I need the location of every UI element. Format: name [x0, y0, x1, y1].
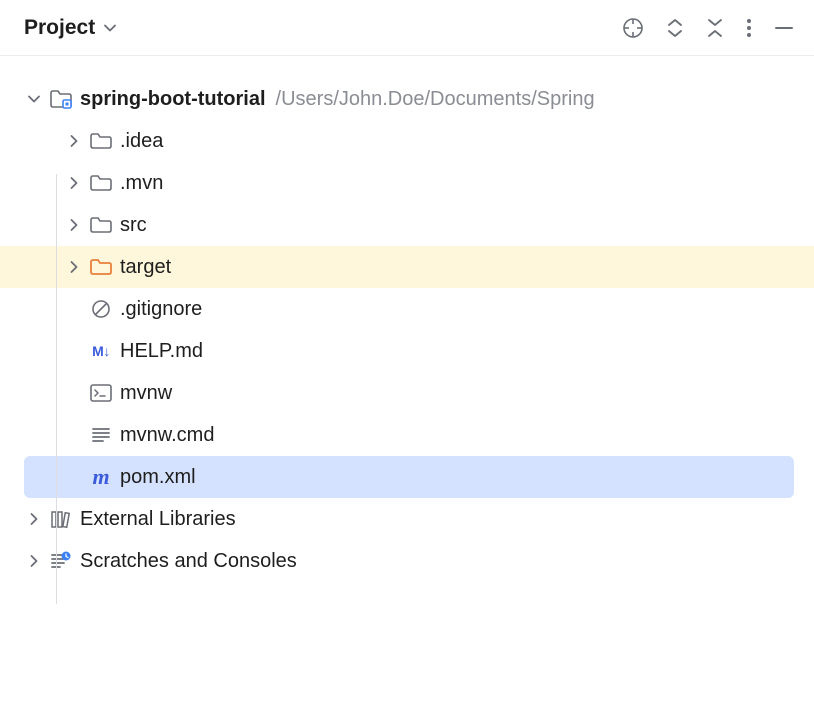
- chevron-down-icon[interactable]: [20, 92, 48, 106]
- folder-icon: [88, 174, 114, 192]
- module-folder-icon: [48, 89, 74, 109]
- node-label: mvnw.cmd: [120, 424, 214, 447]
- node-label: .mvn: [120, 172, 163, 195]
- root-path: /Users/John.Doe/Documents/Spring: [276, 88, 595, 111]
- tree-folder-mvn[interactable]: .mvn: [0, 162, 814, 204]
- tree-file-help-md[interactable]: M↓ HELP.md: [0, 330, 814, 372]
- maven-file-icon: m: [88, 464, 114, 490]
- node-label: .idea: [120, 130, 163, 153]
- node-label: HELP.md: [120, 340, 203, 363]
- chevron-right-icon[interactable]: [60, 260, 88, 274]
- tree-folder-src[interactable]: src: [0, 204, 814, 246]
- panel-actions: [622, 17, 794, 39]
- panel-title: Project: [24, 16, 95, 40]
- chevron-right-icon[interactable]: [60, 176, 88, 190]
- scratches-icon: [48, 551, 74, 571]
- collapse-all-icon[interactable]: [706, 18, 724, 38]
- expand-all-icon[interactable]: [666, 18, 684, 38]
- node-label: Scratches and Consoles: [80, 550, 297, 573]
- tree-file-mvnw-cmd[interactable]: mvnw.cmd: [0, 414, 814, 456]
- text-file-icon: [88, 426, 114, 444]
- panel-header: Project: [0, 0, 814, 56]
- project-tree: spring-boot-tutorial /Users/John.Doe/Doc…: [0, 56, 814, 582]
- options-icon[interactable]: [746, 17, 752, 39]
- tree-file-mvnw[interactable]: mvnw: [0, 372, 814, 414]
- folder-icon: [88, 132, 114, 150]
- node-label: .gitignore: [120, 298, 202, 321]
- tree-file-gitignore[interactable]: .gitignore: [0, 288, 814, 330]
- chevron-down-icon: [103, 21, 117, 35]
- folder-icon: [88, 216, 114, 234]
- ignored-file-icon: [88, 299, 114, 319]
- tree-root-node[interactable]: spring-boot-tutorial /Users/John.Doe/Doc…: [0, 78, 814, 120]
- tree-file-pom-xml[interactable]: m pom.xml: [24, 456, 794, 498]
- node-label: src: [120, 214, 147, 237]
- chevron-right-icon[interactable]: [60, 218, 88, 232]
- node-label: External Libraries: [80, 508, 236, 531]
- chevron-right-icon[interactable]: [20, 512, 48, 526]
- markdown-file-icon: M↓: [88, 343, 114, 359]
- root-name: spring-boot-tutorial: [80, 88, 266, 111]
- library-icon: [48, 509, 74, 529]
- node-label: mvnw: [120, 382, 172, 405]
- excluded-folder-icon: [88, 258, 114, 276]
- chevron-right-icon[interactable]: [60, 134, 88, 148]
- chevron-right-icon[interactable]: [20, 554, 48, 568]
- node-label: target: [120, 256, 171, 279]
- hide-icon[interactable]: [774, 18, 794, 38]
- panel-title-dropdown[interactable]: Project: [24, 16, 117, 40]
- tree-folder-target[interactable]: target: [0, 246, 814, 288]
- shell-file-icon: [88, 384, 114, 402]
- tree-folder-idea[interactable]: .idea: [0, 120, 814, 162]
- node-label: pom.xml: [120, 466, 196, 489]
- tree-scratches-consoles[interactable]: Scratches and Consoles: [0, 540, 814, 582]
- select-opened-file-icon[interactable]: [622, 17, 644, 39]
- tree-guide-line: [56, 174, 57, 604]
- tree-external-libraries[interactable]: External Libraries: [0, 498, 814, 540]
